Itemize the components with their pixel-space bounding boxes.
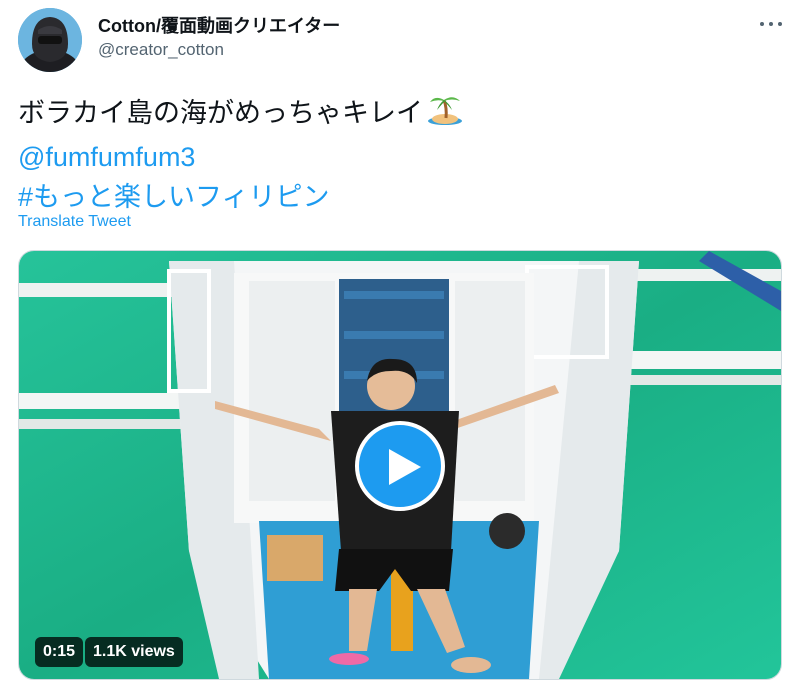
avatar[interactable]: [18, 8, 82, 72]
tweet: Cotton/覆面動画クリエイター @creator_cotton ボラカイ島の…: [0, 0, 800, 697]
video-view-count: 1.1K views: [85, 637, 183, 667]
desert-island-icon: [427, 92, 463, 137]
video-duration: 0:15: [35, 637, 84, 667]
tweet-text-line: ボラカイ島の海がめっちゃキレイ: [18, 98, 423, 128]
more-options-icon[interactable]: [756, 12, 786, 36]
hashtag-link[interactable]: #もっと楽しいフィリピン: [18, 177, 463, 217]
play-icon: [389, 449, 421, 485]
play-button[interactable]: [355, 421, 445, 511]
mention-link[interactable]: @fumfumfum3: [18, 137, 463, 177]
tweet-text: ボラカイ島の海がめっちゃキレイ @fumfumfum3 #もっと楽しいフィリピン: [18, 92, 463, 217]
translate-tweet-link[interactable]: Translate Tweet: [18, 213, 131, 231]
author-name[interactable]: Cotton/覆面動画クリエイター: [98, 12, 340, 38]
video-player[interactable]: 0:15 1.1K views: [18, 250, 782, 680]
author-handle[interactable]: @creator_cotton: [98, 40, 224, 60]
